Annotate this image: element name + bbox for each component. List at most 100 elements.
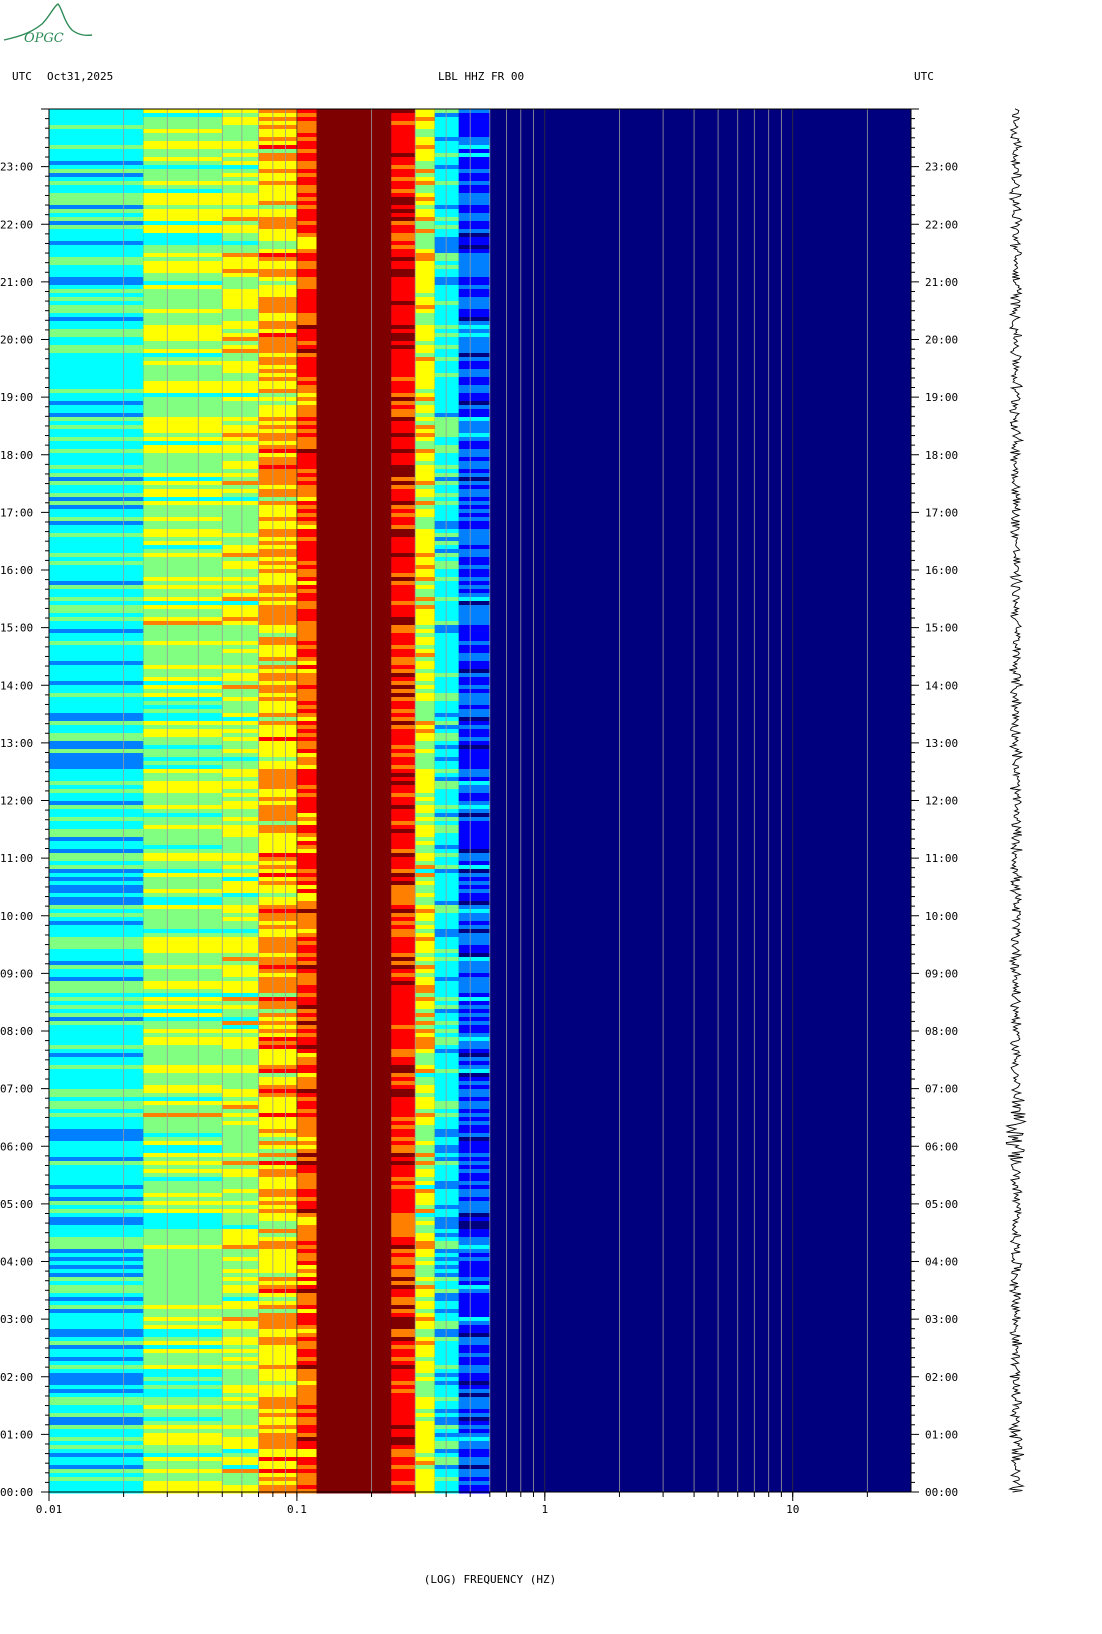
heatmap-cell [143,173,223,178]
heatmap-cell [143,1097,223,1102]
heatmap-cell [391,429,416,434]
heatmap-cell [458,941,490,946]
heatmap-cell [222,693,259,698]
heatmap-cell [49,525,144,530]
heatmap-cell [434,813,459,818]
heatmap-cell [434,1445,459,1450]
heatmap-cell [49,1261,144,1266]
heatmap-cell [296,865,317,870]
heatmap-cell [222,177,259,182]
heatmap-cell [391,981,416,986]
heatmap-cell [458,1225,490,1230]
heatmap-cell [316,1005,392,1010]
y-tick-label-right: 07:00 [925,1083,958,1096]
heatmap-cell [458,569,490,574]
heatmap-cell [49,477,144,482]
heatmap-cell [391,665,416,670]
heatmap-cell [143,161,223,166]
heatmap-cell [143,1153,223,1158]
heatmap-cell [415,685,435,690]
heatmap-cell [391,1393,416,1398]
heatmap-cell [296,1449,317,1454]
heatmap-cell [296,1133,317,1138]
heatmap-cell [316,729,392,734]
heatmap-cell [143,981,223,986]
heatmap-cell [415,261,435,266]
heatmap-cell [458,177,490,182]
heatmap-cell [258,405,297,410]
heatmap-cell [458,585,490,590]
heatmap-cell [296,885,317,890]
heatmap-cell [458,313,490,318]
heatmap-cell [316,969,392,974]
heatmap-cell [391,1477,416,1482]
heatmap-cell [458,257,490,262]
heatmap-cell [143,381,223,386]
heatmap-cell [222,677,259,682]
heatmap-cell [415,269,435,274]
heatmap-cell [143,1357,223,1362]
heatmap-cell [222,625,259,630]
heatmap-cell [391,521,416,526]
heatmap-cell [222,185,259,190]
heatmap-cell [296,1413,317,1418]
heatmap-cell [49,721,144,726]
heatmap-cell [415,581,435,586]
heatmap-cell [434,1249,459,1254]
heatmap-cell [316,797,392,802]
heatmap-cell [49,145,144,150]
heatmap-cell [222,1349,259,1354]
heatmap-cell [222,1177,259,1182]
heatmap-cell [258,1081,297,1086]
y-tick-label-left: 13:00 [0,737,33,750]
heatmap-cell [434,253,459,258]
heatmap-cell [434,289,459,294]
heatmap-cell [143,465,223,470]
heatmap-cell [49,421,144,426]
heatmap-cell [258,385,297,390]
heatmap-cell [316,317,392,322]
heatmap-cell [434,1017,459,1022]
heatmap-cell [434,309,459,314]
heatmap-cell [391,897,416,902]
heatmap-cell [434,669,459,674]
heatmap-cell [258,1065,297,1070]
heatmap-cell [415,173,435,178]
heatmap-cell [316,377,392,382]
heatmap-cell [434,149,459,154]
heatmap-cell [458,621,490,626]
heatmap-cell [258,781,297,786]
heatmap-cell [143,1157,223,1162]
heatmap-cell [458,1265,490,1270]
heatmap-cell [458,1169,490,1174]
heatmap-cell [316,1257,392,1262]
heatmap-cell [415,257,435,262]
heatmap-cell [296,1101,317,1106]
heatmap-cell [296,981,317,986]
y-tick-label-right: 01:00 [925,1428,958,1441]
heatmap-cell [415,1449,435,1454]
heatmap-cell [222,801,259,806]
heatmap-cell [434,453,459,458]
heatmap-cell [258,1161,297,1166]
heatmap-cell [49,1277,144,1282]
heatmap-cell [258,981,297,986]
heatmap-cell [143,1085,223,1090]
heatmap-cell [434,1357,459,1362]
heatmap-cell [49,1105,144,1110]
heatmap-cell [391,1081,416,1086]
heatmap-cell [415,1121,435,1126]
heatmap-cell [49,349,144,354]
heatmap-cell [258,653,297,658]
heatmap-cell [258,841,297,846]
heatmap-cell [434,1161,459,1166]
heatmap-cell [222,821,259,826]
heatmap-cell [222,441,259,446]
heatmap-cell [222,921,259,926]
heatmap-cell [258,1133,297,1138]
heatmap-cell [143,885,223,890]
heatmap-cell [391,1149,416,1154]
heatmap-cell [434,1377,459,1382]
heatmap-cell [143,889,223,894]
heatmap-cell [296,797,317,802]
